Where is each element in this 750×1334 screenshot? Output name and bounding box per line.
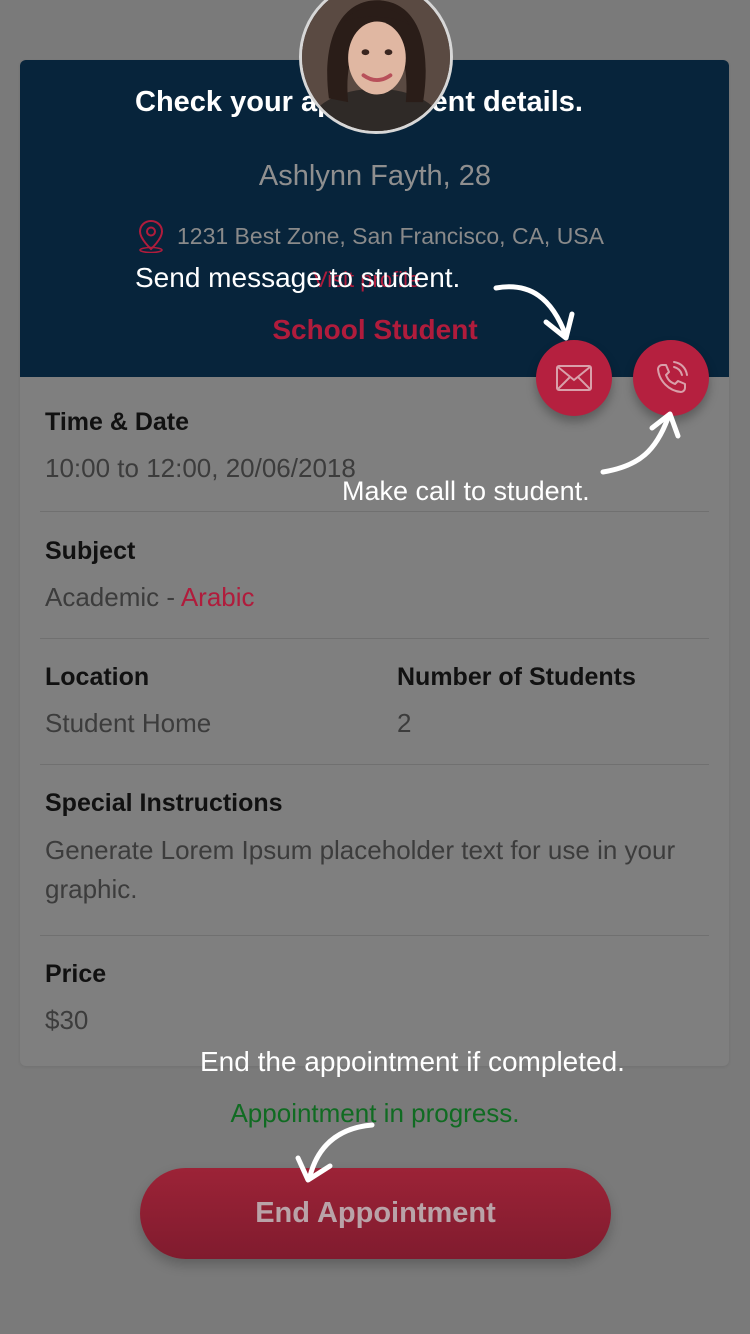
map-pin-icon: [138, 219, 164, 253]
divider: [40, 764, 709, 765]
time-date-value: 10:00 to 12:00, 20/06/2018: [45, 453, 356, 483]
location-value: Student Home: [45, 708, 212, 738]
call-button[interactable]: [633, 340, 709, 416]
student-type: School Student: [272, 314, 478, 345]
annotation-call: Make call to student.: [342, 476, 590, 506]
time-date-label: Time & Date: [45, 408, 190, 436]
divider: [40, 935, 709, 936]
subject-name: Arabic: [180, 582, 255, 612]
students-count-label: Number of Students: [397, 663, 636, 691]
subject-label: Subject: [45, 537, 136, 565]
phone-icon: [657, 361, 688, 393]
message-button[interactable]: [536, 340, 612, 416]
divider: [40, 511, 709, 512]
students-count-value: 2: [397, 708, 412, 738]
student-address: 1231 Best Zone, San Francisco, CA, USA: [135, 218, 604, 254]
mail-icon: [556, 365, 592, 391]
annotation-end: End the appointment if completed.: [200, 1046, 625, 1077]
end-appointment-button[interactable]: End Appointment: [140, 1168, 611, 1259]
student-name: Ashlynn Fayth, 28: [258, 160, 492, 192]
instructions-value: Generate Lorem Ipsum placeholder text fo…: [45, 835, 676, 904]
price-value: $30: [45, 1005, 89, 1035]
subject-category: Academic: [45, 582, 160, 612]
instructions-label: Special Instructions: [45, 789, 283, 817]
appointment-status: Appointment in progress.: [230, 1098, 520, 1128]
price-label: Price: [45, 960, 107, 988]
address-text: 1231 Best Zone, San Francisco, CA, USA: [177, 222, 604, 249]
subject-separator: -: [159, 582, 181, 612]
annotation-message: Send message to student.: [135, 262, 461, 293]
divider: [40, 638, 709, 639]
location-label: Location: [45, 663, 150, 691]
subject-value: Academic - Arabic: [45, 582, 255, 613]
